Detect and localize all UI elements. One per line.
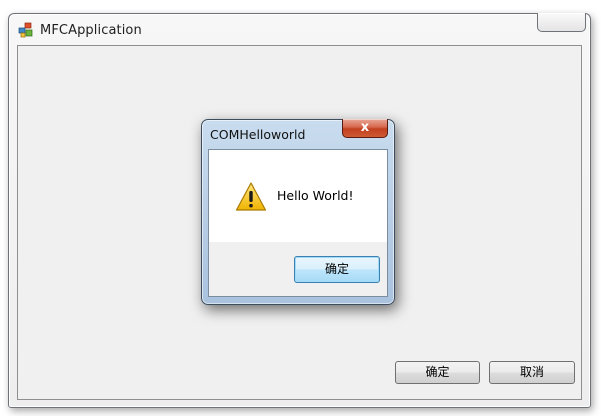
main-window-title: MFCApplication xyxy=(40,23,142,38)
mfc-app-icon xyxy=(18,22,34,38)
main-title-bar[interactable]: MFCApplication xyxy=(9,13,590,45)
main-close-button[interactable] xyxy=(537,13,586,32)
message-box-client: Hello World! 确定 xyxy=(208,149,388,297)
message-box-title: COMHelloworld xyxy=(210,127,306,142)
main-cancel-button[interactable]: 取消 xyxy=(489,361,575,384)
main-ok-button[interactable]: 确定 xyxy=(395,361,480,384)
message-box-ok-button[interactable]: 确定 xyxy=(294,256,380,283)
warning-icon xyxy=(235,181,267,213)
message-text: Hello World! xyxy=(277,188,354,203)
message-box-content: Hello World! xyxy=(209,150,387,242)
message-box-close-button[interactable]: x xyxy=(342,119,388,138)
message-box-dialog: COMHelloworld x Hello World! 确定 xyxy=(201,119,395,305)
